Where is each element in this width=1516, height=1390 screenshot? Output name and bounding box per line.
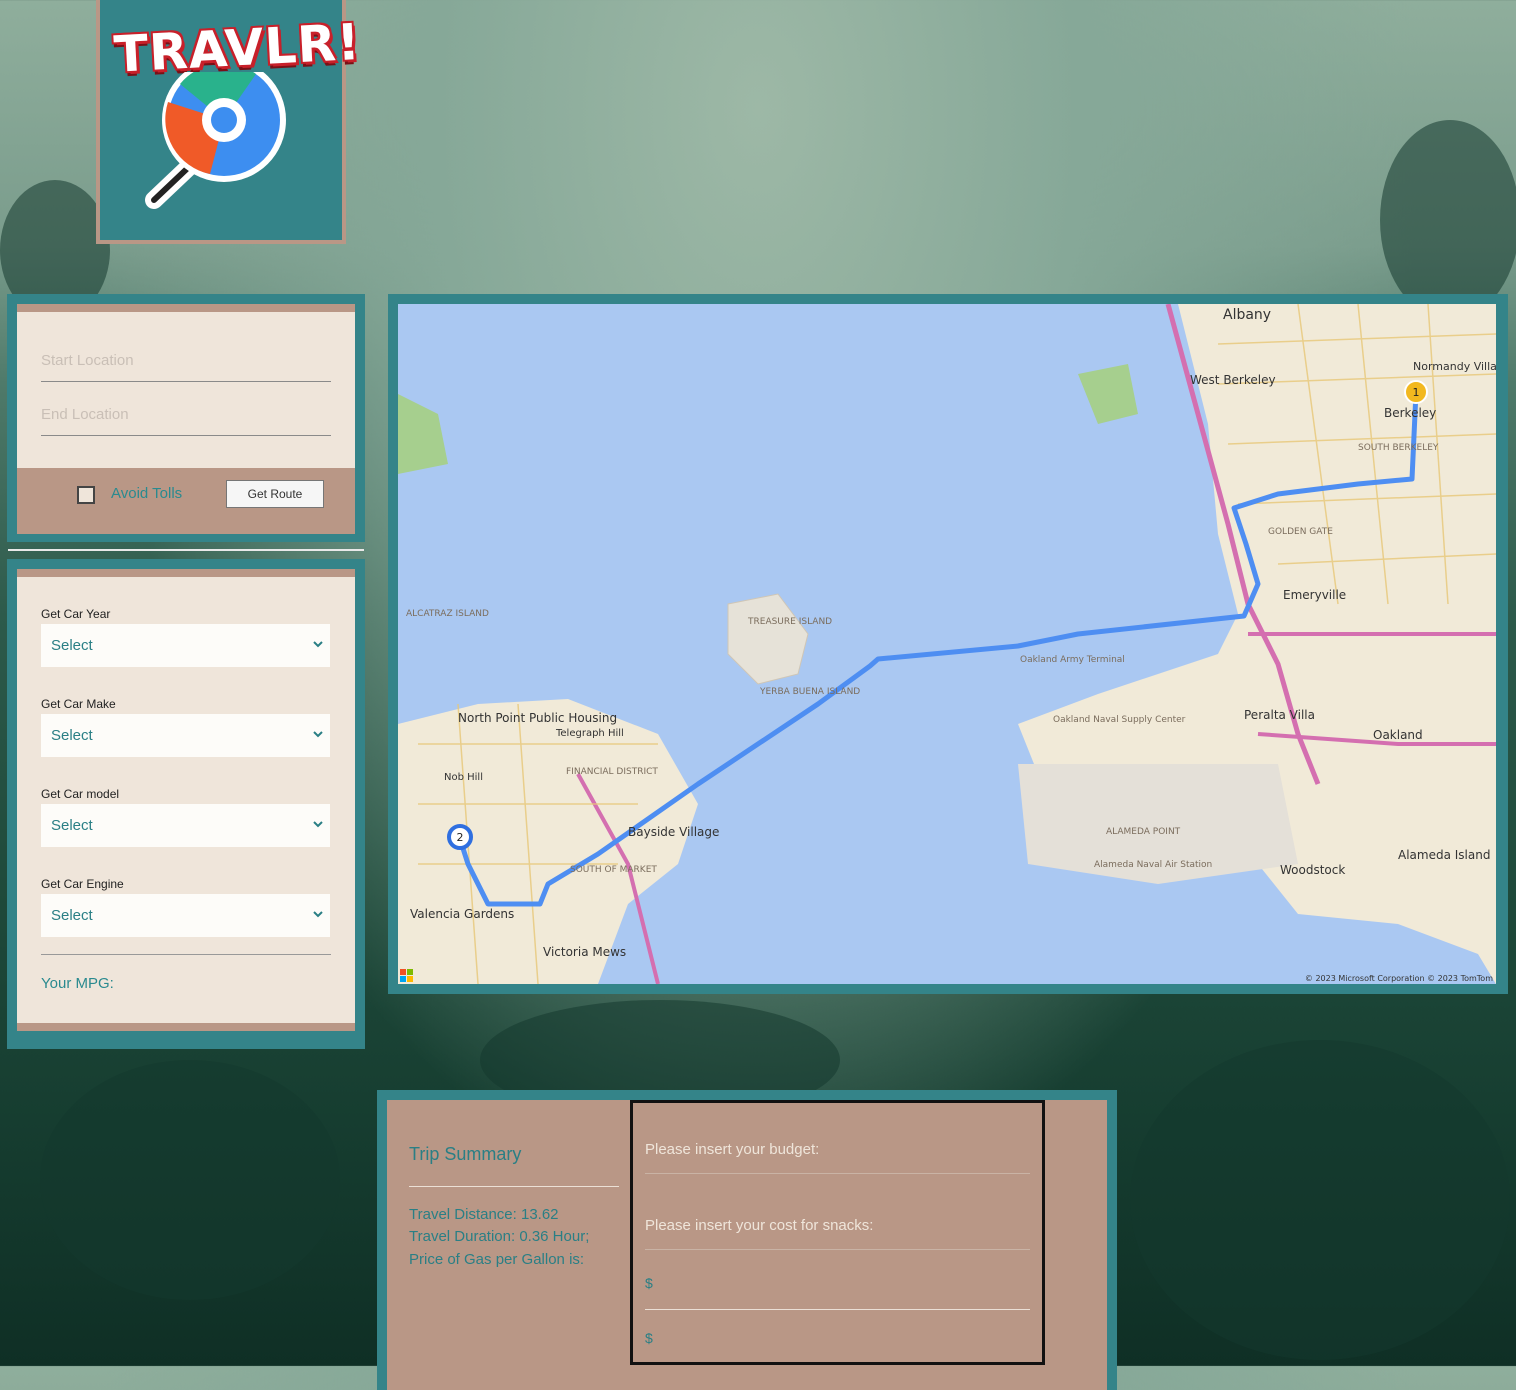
gas-price: Price of Gas per Gallon is: — [409, 1251, 585, 1268]
svg-text:Peralta Villa: Peralta Villa — [1244, 708, 1315, 722]
start-marker-icon: 1 — [1404, 380, 1428, 404]
currency-output-2: $ — [645, 1330, 653, 1346]
map-copyright: © 2023 Microsoft Corporation © 2023 TomT… — [1305, 974, 1493, 983]
route-inputs: Start Location End Location — [17, 312, 355, 468]
svg-text:1: 1 — [1413, 386, 1420, 399]
logo-card: TRAVLR! — [96, 0, 362, 244]
chevron-down-icon — [313, 821, 323, 828]
trip-summary-divider — [409, 1186, 619, 1187]
trip-summary-title: Trip Summary — [409, 1144, 522, 1164]
car-model-label: Get Car model — [41, 787, 120, 801]
snacks-divider — [645, 1249, 1030, 1250]
car-engine-label: Get Car Engine — [41, 877, 124, 891]
svg-text:Berkeley: Berkeley — [1384, 406, 1436, 420]
svg-text:ALAMEDA POINT: ALAMEDA POINT — [1106, 827, 1181, 837]
svg-text:Normandy Village: Normandy Village — [1413, 360, 1496, 373]
currency-output-1: $ — [645, 1275, 653, 1291]
snacks-cost-input[interactable]: Please insert your cost for snacks: — [645, 1217, 873, 1234]
svg-text:FINANCIAL DISTRICT: FINANCIAL DISTRICT — [566, 767, 658, 777]
budget-divider — [645, 1173, 1030, 1174]
trip-summary-panel: Trip Summary Travel Distance: 13.62 Trav… — [377, 1090, 1117, 1390]
mpg-label: Your MPG: — [41, 975, 114, 992]
svg-text:YERBA BUENA ISLAND: YERBA BUENA ISLAND — [759, 687, 860, 697]
end-location-input[interactable]: End Location — [41, 406, 331, 436]
svg-text:Alameda Island: Alameda Island — [1398, 848, 1490, 862]
car-engine-select[interactable]: Select — [41, 894, 330, 937]
mpg-divider — [41, 954, 331, 955]
car-make-select[interactable]: Select — [41, 714, 330, 757]
map-canvas[interactable]: 1 2 Albany West Berkeley Berkeley Emeryv… — [398, 304, 1496, 984]
svg-text:Oakland: Oakland — [1373, 728, 1423, 742]
chevron-down-icon — [313, 641, 323, 648]
svg-text:Oakland Naval Supply Center: Oakland Naval Supply Center — [1053, 715, 1186, 725]
svg-text:Bayside Village: Bayside Village — [628, 825, 719, 839]
route-panel: Start Location End Location Avoid Tolls … — [7, 294, 365, 542]
svg-text:North Point Public Housing: North Point Public Housing — [458, 711, 617, 725]
budget-input[interactable]: Please insert your budget: — [645, 1141, 819, 1158]
svg-text:2: 2 — [457, 831, 464, 844]
map-frame: 1 2 Albany West Berkeley Berkeley Emeryv… — [388, 294, 1508, 994]
avoid-tolls-checkbox[interactable] — [77, 486, 95, 504]
svg-text:SOUTH BERKELEY: SOUTH BERKELEY — [1358, 443, 1439, 453]
car-form: Get Car Year Select Get Car Make Select … — [17, 577, 355, 1023]
car-year-select-value: Select — [51, 637, 93, 654]
car-model-select-value: Select — [51, 817, 93, 834]
svg-text:Alameda Naval Air Station: Alameda Naval Air Station — [1094, 860, 1212, 870]
car-model-select[interactable]: Select — [41, 804, 330, 847]
get-route-button[interactable]: Get Route — [226, 480, 324, 508]
svg-text:Albany: Albany — [1223, 307, 1271, 323]
route-map[interactable]: 1 2 Albany West Berkeley Berkeley Emeryv… — [398, 304, 1496, 984]
car-engine-select-value: Select — [51, 907, 93, 924]
travel-duration: Travel Duration: 0.36 Hour; — [409, 1228, 590, 1245]
chevron-down-icon — [313, 911, 323, 918]
svg-text:Nob Hill: Nob Hill — [444, 772, 483, 783]
car-panel: Get Car Year Select Get Car Make Select … — [7, 559, 365, 1049]
car-year-select[interactable]: Select — [41, 624, 330, 667]
car-make-select-value: Select — [51, 727, 93, 744]
svg-text:Woodstock: Woodstock — [1280, 863, 1345, 877]
svg-text:Emeryville: Emeryville — [1283, 588, 1346, 602]
svg-text:West Berkeley: West Berkeley — [1190, 373, 1276, 387]
magnifier-logo-icon — [145, 72, 286, 209]
chevron-down-icon — [313, 731, 323, 738]
car-make-label: Get Car Make — [41, 697, 116, 711]
budget-form: Please insert your budget: Please insert… — [630, 1100, 1045, 1365]
svg-text:GOLDEN GATE: GOLDEN GATE — [1268, 527, 1333, 537]
svg-text:Telegraph Hill: Telegraph Hill — [555, 728, 624, 739]
car-year-label: Get Car Year — [41, 607, 111, 621]
svg-text:Valencia Gardens: Valencia Gardens — [410, 907, 514, 921]
svg-text:ALCATRAZ ISLAND: ALCATRAZ ISLAND — [406, 609, 489, 619]
currency-divider — [645, 1309, 1030, 1310]
svg-text:SOUTH OF MARKET: SOUTH OF MARKET — [570, 865, 657, 875]
svg-text:Victoria Mews: Victoria Mews — [543, 945, 626, 959]
avoid-tolls-label: Avoid Tolls — [111, 485, 183, 502]
panel-divider — [8, 549, 364, 551]
travel-distance: Travel Distance: 13.62 — [409, 1206, 559, 1223]
svg-text:TREASURE ISLAND: TREASURE ISLAND — [747, 617, 832, 627]
svg-text:Oakland Army Terminal: Oakland Army Terminal — [1020, 655, 1125, 665]
start-location-input[interactable]: Start Location — [41, 352, 331, 382]
end-marker-icon: 2 — [447, 824, 473, 850]
